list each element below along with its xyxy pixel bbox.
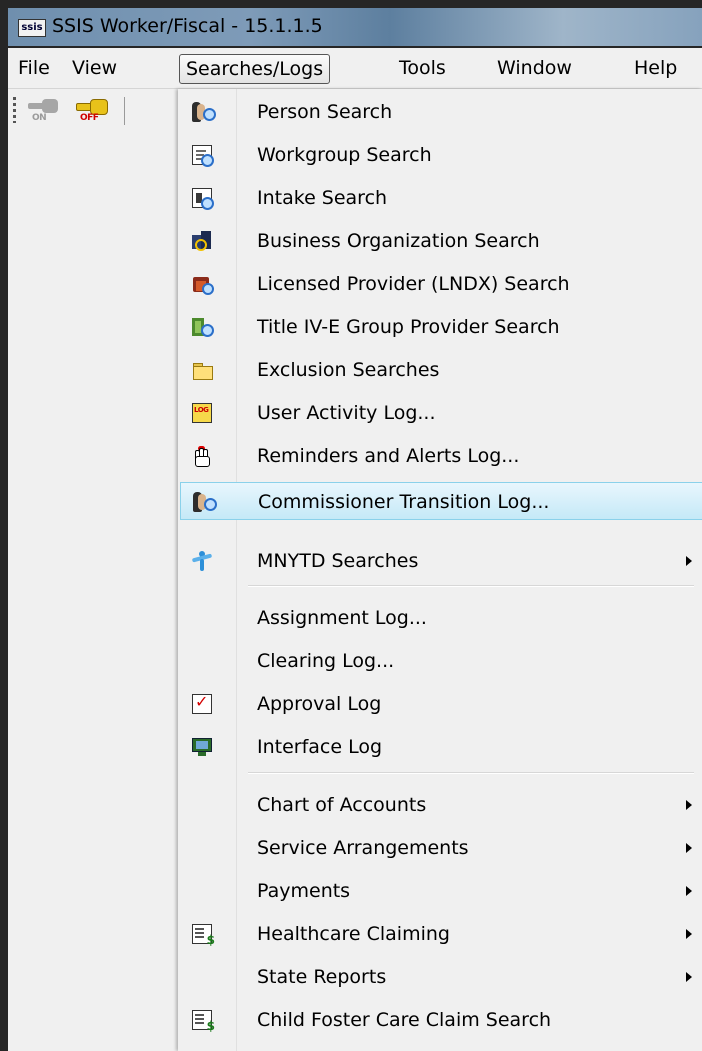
menu-item-label: Clearing Log... [257, 650, 395, 672]
menu-item-label: User Activity Log... [257, 402, 436, 424]
menu-item-interface-log[interactable]: Interface Log [180, 728, 702, 766]
menu-item-clearing-log[interactable]: Clearing Log... [180, 642, 702, 680]
menu-item-payments[interactable]: Payments [180, 872, 702, 910]
log-icon: LOG [192, 403, 212, 423]
menu-item-label: Workgroup Search [257, 144, 432, 166]
submenu-arrow-icon [686, 800, 692, 810]
menu-separator [248, 772, 694, 774]
person-search-icon [192, 102, 216, 122]
menu-searches-logs[interactable]: Searches/Logs [179, 54, 331, 84]
approval-check-icon: ✓ [192, 692, 212, 714]
toolbar: ON OFF [8, 89, 178, 133]
interface-icon [192, 737, 212, 757]
menu-item-title-ive-group-provider-search[interactable]: Title IV-E Group Provider Search [180, 308, 702, 346]
app-icon: ssis [18, 19, 46, 37]
menu-item-commissioner-transition-log[interactable]: Commissioner Transition Log... [180, 482, 702, 520]
menu-item-label: Service Arrangements [257, 837, 469, 859]
app-window: ssis SSIS Worker/Fiscal - 15.1.1.5 File … [0, 0, 702, 1051]
menu-item-label: Assignment Log... [257, 607, 427, 629]
menu-item-label: Healthcare Claiming [257, 923, 450, 945]
menu-item-approval-log[interactable]: ✓ Approval Log [180, 685, 702, 723]
toolbar-grip[interactable] [13, 97, 16, 123]
alert-hand-icon [192, 446, 212, 467]
menu-window[interactable]: Window [491, 54, 578, 82]
menu-item-person-search[interactable]: Person Search [180, 93, 702, 131]
claim-search-icon: $ [192, 1010, 215, 1033]
menu-item-child-foster-care-claim-search[interactable]: $ Child Foster Care Claim Search [180, 1001, 702, 1039]
toolbar-separator [124, 97, 125, 125]
menu-item-user-activity-log[interactable]: LOG User Activity Log... [180, 394, 702, 432]
menu-item-label: Approval Log [257, 693, 382, 715]
youth-icon [191, 551, 213, 571]
person-search-icon [193, 492, 217, 512]
menu-item-label: Business Organization Search [257, 230, 540, 252]
intake-search-icon [192, 188, 214, 210]
menu-item-assignment-log[interactable]: Assignment Log... [180, 599, 702, 637]
key-off-button[interactable]: OFF [74, 97, 110, 125]
menu-item-label: Chart of Accounts [257, 794, 427, 816]
menu-item-label: Commissioner Transition Log... [258, 491, 550, 513]
menu-item-healthcare-claiming[interactable]: $ Healthcare Claiming [180, 915, 702, 953]
menu-item-licensed-provider-search[interactable]: Licensed Provider (LNDX) Search [180, 265, 702, 303]
menu-item-label: Reminders and Alerts Log... [257, 445, 520, 467]
menu-item-label: Child Foster Care Claim Search [257, 1009, 552, 1031]
menu-item-state-reports[interactable]: State Reports [180, 958, 702, 996]
menu-bar: File View Searches/Logs Tools Window Hel… [8, 48, 702, 89]
submenu-arrow-icon [686, 972, 692, 982]
menu-item-intake-search[interactable]: Intake Search [180, 179, 702, 217]
menu-item-exclusion-searches[interactable]: Exclusion Searches [180, 351, 702, 389]
menu-item-reminders-alerts-log[interactable]: Reminders and Alerts Log... [180, 437, 702, 475]
menu-item-label: Interface Log [257, 736, 383, 758]
key-on-button[interactable]: ON [26, 97, 62, 125]
searches-logs-menu: Person Search Workgroup Search Intake Se… [178, 89, 702, 1051]
submenu-arrow-icon [686, 929, 692, 939]
menu-item-label: Exclusion Searches [257, 359, 440, 381]
folder-icon [192, 360, 213, 380]
menu-separator [248, 585, 694, 587]
menu-item-business-organization-search[interactable]: Business Organization Search [180, 222, 702, 260]
business-search-icon [192, 231, 212, 251]
money-doc-icon: $ [192, 924, 215, 947]
menu-item-label: MNYTD Searches [257, 550, 419, 572]
title-bar: ssis SSIS Worker/Fiscal - 15.1.1.5 [8, 8, 702, 46]
menu-item-label: Person Search [257, 101, 393, 123]
menu-item-workgroup-search[interactable]: Workgroup Search [180, 136, 702, 174]
workgroup-search-icon [192, 145, 214, 167]
menu-help[interactable]: Help [628, 54, 683, 82]
menu-file[interactable]: File [12, 54, 56, 82]
window-title: SSIS Worker/Fiscal - 15.1.1.5 [52, 15, 323, 37]
workspace-panel [8, 133, 179, 1051]
licensed-provider-icon [192, 274, 214, 295]
menu-item-chart-of-accounts[interactable]: Chart of Accounts [180, 786, 702, 824]
group-provider-icon [192, 317, 214, 337]
submenu-arrow-icon [686, 886, 692, 896]
menu-view[interactable]: View [66, 54, 123, 82]
submenu-arrow-icon [686, 843, 692, 853]
menu-item-label: Intake Search [257, 187, 388, 209]
menu-item-label: Payments [257, 880, 351, 902]
submenu-arrow-icon [686, 556, 692, 566]
menu-item-label: Licensed Provider (LNDX) Search [257, 273, 570, 295]
menu-item-service-arrangements[interactable]: Service Arrangements [180, 829, 702, 867]
menu-tools[interactable]: Tools [393, 54, 452, 82]
menu-item-label: Title IV-E Group Provider Search [257, 316, 560, 338]
menu-item-label: State Reports [257, 966, 387, 988]
menu-item-mnytd-searches[interactable]: MNYTD Searches [180, 542, 702, 580]
